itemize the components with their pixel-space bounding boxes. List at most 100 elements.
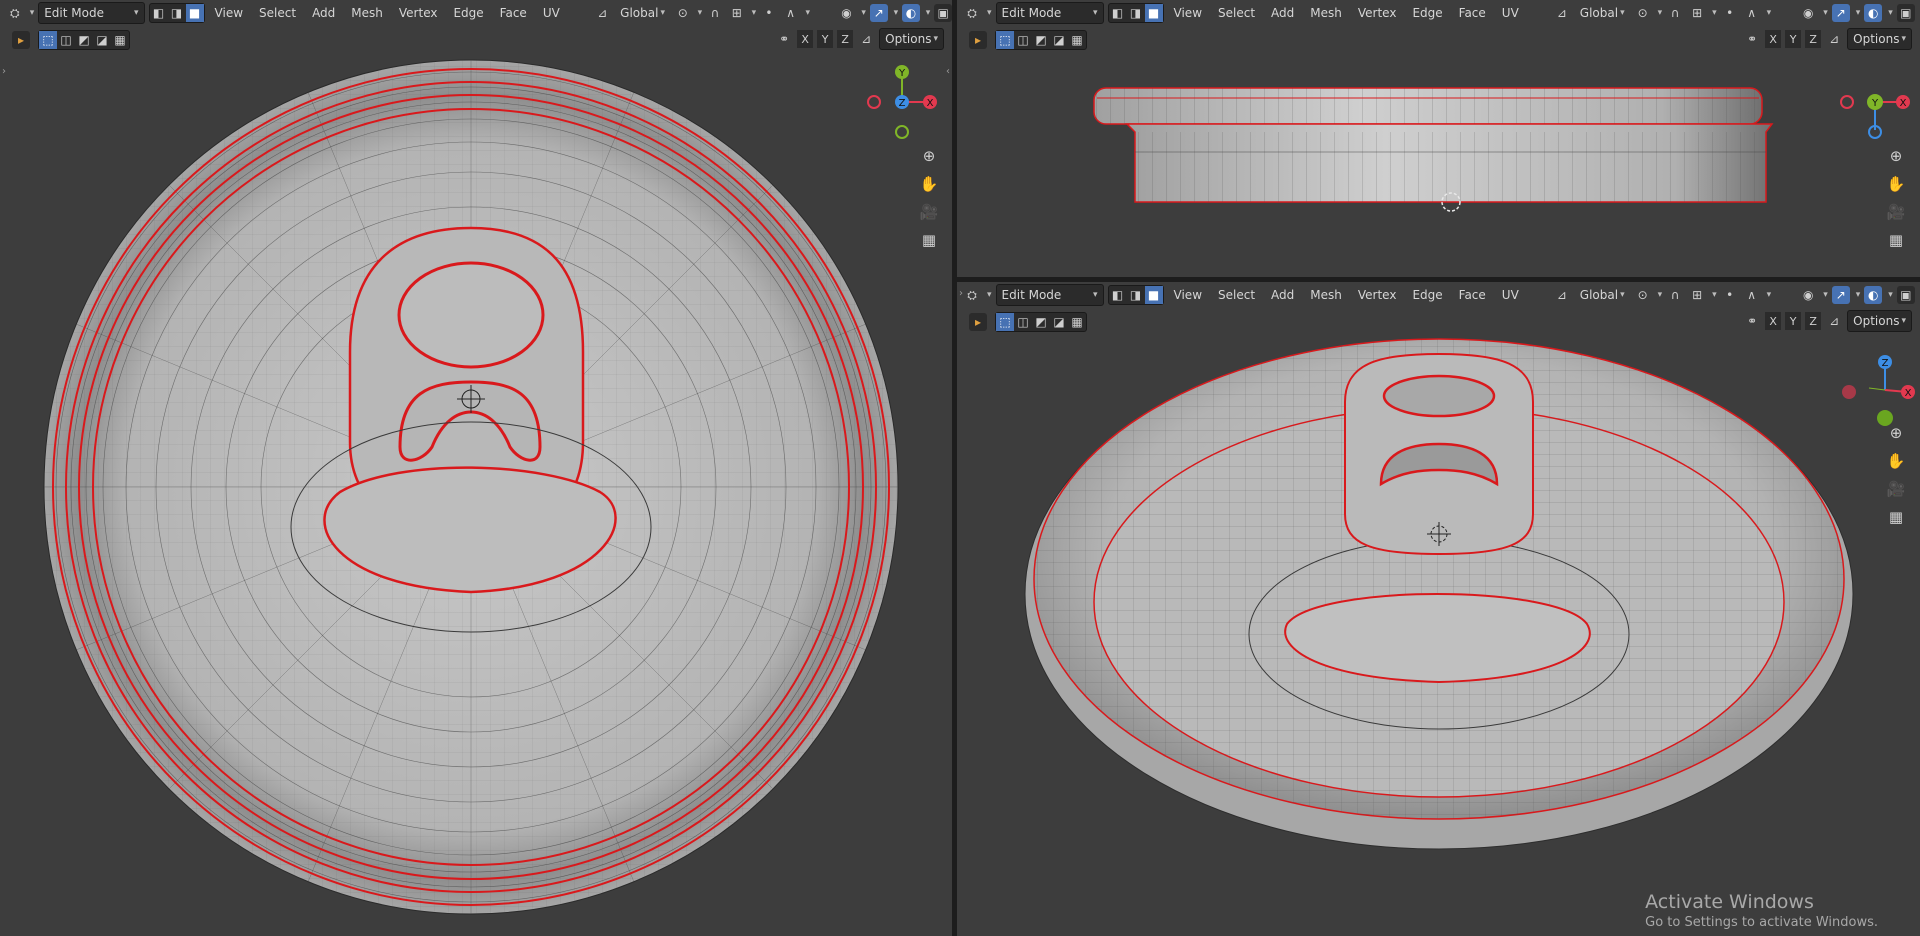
viewport-front[interactable]: ⛭ ▾ Edit Mode ▾ ◧ ◨ ■ View Select Add Mesh…: [957, 0, 1920, 277]
menu-uv[interactable]: UV: [537, 3, 566, 23]
select-intersect-icon[interactable]: ▦: [1068, 313, 1086, 331]
select-extend-icon[interactable]: ◫: [1014, 31, 1032, 49]
gizmo-neg-x[interactable]: [1840, 95, 1854, 109]
editor-type-icon[interactable]: ⛭: [963, 4, 981, 22]
axis-y-toggle[interactable]: Y: [817, 30, 834, 48]
options-dropdown[interactable]: Options ▾: [1847, 310, 1912, 332]
mirror-icon[interactable]: ⚭: [1743, 30, 1761, 48]
proportional-icon[interactable]: •: [760, 4, 778, 22]
menu-vertex[interactable]: Vertex: [1352, 3, 1403, 23]
visibility-icon[interactable]: ◉: [1799, 286, 1817, 304]
orientation-icon[interactable]: ⊿: [1553, 4, 1571, 22]
axis-z-toggle[interactable]: Z: [1805, 30, 1822, 48]
zoom-icon[interactable]: ⊕: [1885, 422, 1907, 444]
mode-dropdown[interactable]: Edit Mode ▾: [38, 2, 145, 24]
gizmo-toggle-icon[interactable]: ↗: [869, 4, 888, 22]
select-extend-icon[interactable]: ◫: [1014, 313, 1032, 331]
pivot-icon[interactable]: ⊙: [1634, 286, 1652, 304]
tool-arrow-icon[interactable]: ▸: [12, 31, 30, 49]
falloff-icon[interactable]: ∧: [782, 4, 800, 22]
xray-icon[interactable]: ▣: [1896, 4, 1915, 22]
mirror-icon[interactable]: ⚭: [775, 30, 793, 48]
mode-dropdown[interactable]: Edit Mode ▾: [995, 284, 1104, 306]
falloff-icon[interactable]: ∧: [1743, 4, 1761, 22]
menu-edge[interactable]: Edge: [447, 3, 489, 23]
zoom-icon[interactable]: ⊕: [1885, 145, 1907, 167]
camera-icon[interactable]: 🎥: [1885, 478, 1907, 500]
axis-x-toggle[interactable]: X: [1765, 30, 1782, 48]
tool-arrow-icon[interactable]: ▸: [969, 31, 987, 49]
menu-view[interactable]: View: [1168, 285, 1208, 305]
snap-mirror-icon[interactable]: ⊿: [1825, 312, 1843, 330]
sidebar-toggle-left[interactable]: ›: [959, 288, 963, 299]
snap-target-icon[interactable]: ⊞: [728, 4, 746, 22]
menu-vertex[interactable]: Vertex: [393, 3, 444, 23]
select-extend-icon[interactable]: ◫: [57, 31, 75, 49]
face-select-icon[interactable]: ■: [1144, 4, 1163, 22]
snap-mirror-icon[interactable]: ⊿: [857, 30, 875, 48]
gizmo-toggle-icon[interactable]: ↗: [1831, 4, 1850, 22]
orientation-icon[interactable]: ⊿: [1553, 286, 1571, 304]
snap-target-icon[interactable]: ⊞: [1688, 286, 1706, 304]
orientation-icon[interactable]: ⊿: [593, 4, 611, 22]
edge-select-icon[interactable]: ◨: [168, 4, 186, 22]
pan-icon[interactable]: ✋: [1885, 450, 1907, 472]
gizmo-toggle-icon[interactable]: ↗: [1831, 286, 1850, 304]
menu-select[interactable]: Select: [253, 3, 302, 23]
select-invert-icon[interactable]: ◪: [93, 31, 111, 49]
pivot-icon[interactable]: ⊙: [674, 4, 692, 22]
edge-select-icon[interactable]: ◨: [1127, 286, 1145, 304]
vertex-select-icon[interactable]: ◧: [1109, 4, 1127, 22]
falloff-icon[interactable]: ∧: [1743, 286, 1761, 304]
xray-icon[interactable]: ▣: [1896, 286, 1915, 304]
vertex-select-icon[interactable]: ◧: [1109, 286, 1127, 304]
menu-add[interactable]: Add: [1265, 285, 1300, 305]
menu-add[interactable]: Add: [306, 3, 341, 23]
proportional-icon[interactable]: •: [1721, 286, 1739, 304]
select-box-icon[interactable]: ⬚: [39, 31, 57, 49]
viewport-top[interactable]: ⛭ ▾ Edit Mode ▾ ◧ ◨ ■ View Select Add Mesh…: [0, 0, 952, 936]
orientation-dropdown[interactable]: Global ▾: [1575, 3, 1630, 23]
snap-mirror-icon[interactable]: ⊿: [1825, 30, 1843, 48]
select-subtract-icon[interactable]: ◩: [75, 31, 93, 49]
select-intersect-icon[interactable]: ▦: [111, 31, 129, 49]
mesh-top-view[interactable]: [0, 52, 952, 936]
menu-view[interactable]: View: [1168, 3, 1208, 23]
visibility-icon[interactable]: ◉: [838, 4, 856, 22]
select-invert-icon[interactable]: ◪: [1050, 313, 1068, 331]
select-subtract-icon[interactable]: ◩: [1032, 313, 1050, 331]
face-select-icon[interactable]: ■: [185, 4, 204, 22]
select-subtract-icon[interactable]: ◩: [1032, 31, 1050, 49]
xray-icon[interactable]: ▣: [934, 4, 952, 22]
orientation-dropdown[interactable]: Global ▾: [1575, 285, 1630, 305]
overlay-icon[interactable]: ◐: [902, 4, 920, 22]
mesh-front-view[interactable]: [957, 52, 1817, 277]
menu-face[interactable]: Face: [1453, 285, 1492, 305]
overlay-icon[interactable]: ◐: [1864, 4, 1883, 22]
menu-edge[interactable]: Edge: [1406, 285, 1448, 305]
overlay-icon[interactable]: ◐: [1864, 286, 1883, 304]
tool-arrow-icon[interactable]: ▸: [969, 313, 987, 331]
select-intersect-icon[interactable]: ▦: [1068, 31, 1086, 49]
proportional-icon[interactable]: •: [1721, 4, 1739, 22]
editor-type-icon[interactable]: ⛭: [963, 286, 981, 304]
pivot-icon[interactable]: ⊙: [1634, 4, 1652, 22]
menu-mesh[interactable]: Mesh: [345, 3, 389, 23]
grid-icon[interactable]: ▦: [1885, 229, 1907, 251]
edge-select-icon[interactable]: ◨: [1127, 4, 1145, 22]
menu-select[interactable]: Select: [1212, 285, 1261, 305]
mirror-icon[interactable]: ⚭: [1743, 312, 1761, 330]
pan-icon[interactable]: ✋: [1885, 173, 1907, 195]
grid-icon[interactable]: ▦: [1885, 506, 1907, 528]
axis-x-toggle[interactable]: X: [797, 30, 814, 48]
orientation-dropdown[interactable]: Global ▾: [615, 3, 670, 23]
mode-dropdown[interactable]: Edit Mode ▾: [995, 2, 1104, 24]
snap-icon[interactable]: ∩: [1666, 286, 1684, 304]
options-dropdown[interactable]: Options ▾: [1847, 28, 1912, 50]
menu-face[interactable]: Face: [494, 3, 533, 23]
options-dropdown[interactable]: Options ▾: [879, 28, 944, 50]
menu-edge[interactable]: Edge: [1406, 3, 1448, 23]
menu-view[interactable]: View: [209, 3, 249, 23]
menu-uv[interactable]: UV: [1496, 3, 1525, 23]
camera-icon[interactable]: 🎥: [1885, 201, 1907, 223]
